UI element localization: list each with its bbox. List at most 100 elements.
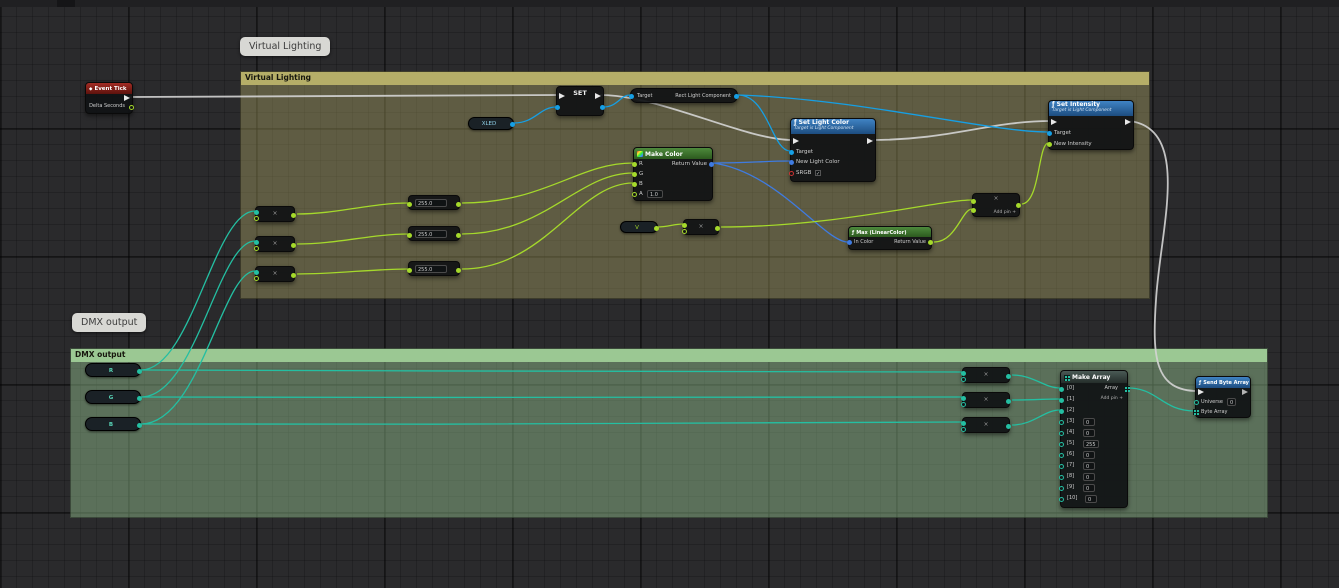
g-getter-out-pin[interactable] (137, 396, 142, 401)
in-pin-b[interactable] (682, 229, 687, 234)
exec-in-pin[interactable] (1051, 119, 1057, 125)
srgb-pin[interactable] (789, 171, 794, 176)
array-pin-5-value[interactable]: 255 (1083, 440, 1099, 448)
out-pin[interactable] (456, 202, 461, 207)
array-pin-9[interactable] (1059, 486, 1064, 491)
node-set-light-color[interactable]: ƒSet Light Color Target is Light Compone… (790, 118, 876, 182)
in-pin-a[interactable] (254, 270, 259, 275)
xled-output-pin[interactable] (600, 105, 605, 110)
target-in-pin[interactable] (629, 94, 634, 99)
g-in-pin[interactable] (632, 172, 637, 177)
return-value-pin[interactable] (928, 240, 933, 245)
universe-value-field[interactable]: 0 (1227, 398, 1236, 406)
node-rect-light-component[interactable]: Target Rect Light Component (630, 88, 738, 103)
value-field[interactable]: 255.0 (415, 265, 447, 273)
out-pin[interactable] (1006, 399, 1011, 404)
new-intensity-pin[interactable] (1047, 142, 1052, 147)
node-multiply-v[interactable]: × (683, 219, 719, 235)
exec-out-pin[interactable] (1242, 389, 1248, 395)
node-dmx-multiply-g[interactable]: × (962, 392, 1010, 408)
array-pin-1[interactable] (1059, 398, 1064, 403)
in-pin-a[interactable] (682, 223, 687, 228)
a-in-pin[interactable] (632, 192, 637, 197)
node-get-xled[interactable]: XLED (468, 117, 514, 130)
node-get-b[interactable]: B (85, 417, 141, 431)
out-pin[interactable] (291, 243, 296, 248)
value-field[interactable]: 255.0 (415, 230, 447, 238)
r-in-pin[interactable] (632, 162, 637, 167)
array-pin-10-value[interactable]: 0 (1085, 495, 1097, 503)
node-make-color[interactable]: Make Color R G B A 1.0 Return Value (633, 147, 713, 201)
node-max-linearcolor[interactable]: ƒ Max (LinearColor) In Color Return Valu… (848, 226, 932, 250)
v-getter-out-pin[interactable] (654, 226, 659, 231)
array-pin-0[interactable] (1059, 387, 1064, 392)
exec-out-pin[interactable] (124, 95, 130, 101)
node-multiply-g[interactable]: × (255, 236, 295, 252)
array-pin-2[interactable] (1059, 409, 1064, 414)
blueprint-graph-canvas[interactable]: Virtual Lighting DMX output (0, 0, 1339, 588)
xled-getter-out-pin[interactable] (510, 122, 515, 127)
in-pin[interactable] (407, 233, 412, 238)
in-pin-b[interactable] (254, 246, 259, 251)
in-pin-b[interactable] (961, 377, 966, 382)
node-multiply-r[interactable]: × (255, 206, 295, 222)
out-pin[interactable] (456, 233, 461, 238)
node-get-r[interactable]: R (85, 363, 141, 377)
array-pin-9-value[interactable]: 0 (1083, 484, 1095, 492)
array-pin-6-value[interactable]: 0 (1083, 451, 1095, 459)
exec-out-pin[interactable] (595, 93, 601, 99)
node-scale-255-r[interactable]: 255.0 (408, 195, 460, 210)
out-pin[interactable] (291, 213, 296, 218)
component-out-pin[interactable] (734, 94, 739, 99)
node-event-tick[interactable]: ◆ Event Tick Delta Seconds (85, 82, 133, 114)
in-pin-a[interactable] (961, 396, 966, 401)
return-value-pin[interactable] (709, 162, 714, 167)
node-scale-255-b[interactable]: 255.0 (408, 261, 460, 276)
node-set-xled[interactable]: SET (556, 86, 604, 116)
node-multiply-addpin[interactable]: × Add pin + (972, 193, 1020, 217)
b-in-pin[interactable] (632, 182, 637, 187)
in-pin-b[interactable] (971, 208, 976, 213)
node-get-g[interactable]: G (85, 390, 141, 404)
in-pin[interactable] (407, 202, 412, 207)
out-pin[interactable] (1006, 374, 1011, 379)
in-pin-a[interactable] (961, 421, 966, 426)
in-pin-a[interactable] (971, 199, 976, 204)
universe-pin[interactable] (1194, 400, 1199, 405)
array-pin-7-value[interactable]: 0 (1083, 462, 1095, 470)
out-pin[interactable] (291, 273, 296, 278)
array-pin-3[interactable] (1059, 420, 1064, 425)
value-field[interactable]: 255.0 (415, 199, 447, 207)
out-pin[interactable] (1016, 203, 1021, 208)
node-dmx-multiply-r[interactable]: × (962, 367, 1010, 383)
node-send-byte-array[interactable]: ƒ Send Byte Array Universe 0 Byte Array (1195, 376, 1251, 418)
exec-in-pin[interactable] (793, 138, 799, 144)
in-pin[interactable] (407, 268, 412, 273)
add-pin-button[interactable]: Add pin + (994, 210, 1016, 215)
array-pin-8[interactable] (1059, 475, 1064, 480)
xled-input-pin[interactable] (555, 105, 560, 110)
in-pin-b[interactable] (254, 276, 259, 281)
r-getter-out-pin[interactable] (137, 369, 142, 374)
in-pin-a[interactable] (254, 240, 259, 245)
target-in-pin[interactable] (1047, 131, 1052, 136)
byte-array-pin[interactable] (1193, 409, 1199, 415)
in-pin-a[interactable] (254, 210, 259, 215)
node-set-intensity[interactable]: ƒSet Intensity Target is Light Component… (1048, 100, 1134, 150)
out-pin[interactable] (456, 268, 461, 273)
exec-in-pin[interactable] (559, 93, 565, 99)
in-color-pin[interactable] (847, 240, 852, 245)
out-pin[interactable] (715, 226, 720, 231)
a-value-field[interactable]: 1.0 (647, 190, 663, 198)
node-make-array[interactable]: Make Array Array Add pin + [0] [1] [2] [… (1060, 370, 1128, 508)
target-in-pin[interactable] (789, 150, 794, 155)
array-pin-4[interactable] (1059, 431, 1064, 436)
add-pin-button[interactable]: Add pin + (1101, 396, 1123, 401)
out-pin[interactable] (1006, 424, 1011, 429)
exec-in-pin[interactable] (1198, 389, 1204, 395)
node-scale-255-g[interactable]: 255.0 (408, 226, 460, 241)
node-multiply-b[interactable]: × (255, 266, 295, 282)
node-get-v[interactable]: V (620, 221, 658, 233)
array-out-pin[interactable] (1124, 386, 1130, 392)
array-pin-5[interactable] (1059, 442, 1064, 447)
